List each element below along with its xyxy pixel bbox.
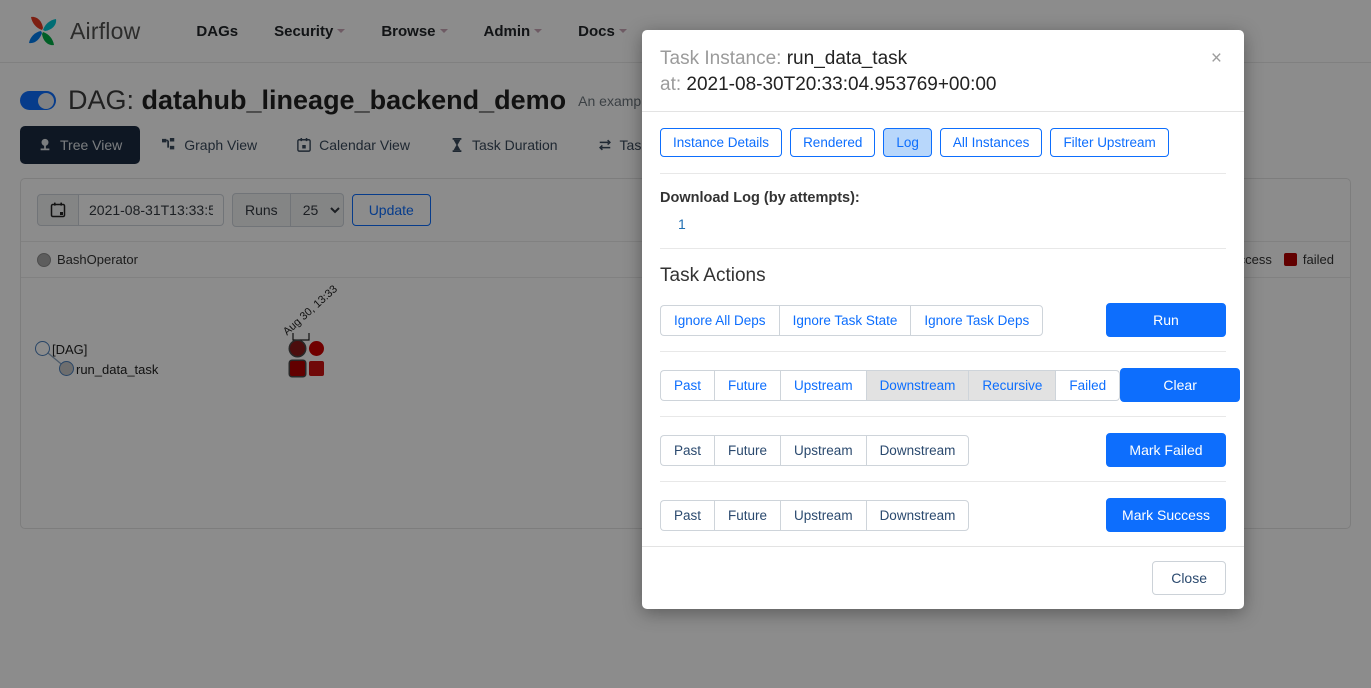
task-nav-buttons: Instance Details Rendered Log All Instan…	[660, 128, 1226, 157]
toggle-clear-past[interactable]: Past	[660, 370, 714, 401]
toggle-failed-downstream[interactable]: Downstream	[866, 435, 970, 466]
toggle-ignore-task-deps[interactable]: Ignore Task Deps	[910, 305, 1043, 336]
close-icon[interactable]: ×	[1205, 48, 1228, 69]
task-actions-title: Task Actions	[660, 265, 1226, 287]
mark-failed-toggle-group: Past Future Upstream Downstream	[660, 435, 969, 466]
divider	[660, 481, 1226, 482]
clear-action-row: Past Future Upstream Downstream Recursiv…	[660, 366, 1226, 416]
mark-failed-button[interactable]: Mark Failed	[1106, 433, 1226, 467]
log-button[interactable]: Log	[883, 128, 932, 157]
divider	[660, 416, 1226, 417]
divider	[660, 248, 1226, 249]
modal-task-id: run_data_task	[787, 48, 907, 69]
toggle-clear-recursive[interactable]: Recursive	[968, 370, 1055, 401]
mark-success-toggle-group: Past Future Upstream Downstream	[660, 500, 969, 531]
close-button[interactable]: Close	[1152, 561, 1226, 595]
run-action-row: Ignore All Deps Ignore Task State Ignore…	[660, 301, 1226, 351]
clear-toggle-group: Past Future Upstream Downstream Recursiv…	[660, 370, 1120, 401]
toggle-failed-upstream[interactable]: Upstream	[780, 435, 866, 466]
download-log-title: Download Log (by attempts):	[660, 190, 1226, 206]
modal-body: Instance Details Rendered Log All Instan…	[642, 112, 1244, 546]
modal-footer: Close	[642, 546, 1244, 609]
mark-failed-action-row: Past Future Upstream Downstream Mark Fai…	[660, 431, 1226, 481]
rendered-button[interactable]: Rendered	[790, 128, 875, 157]
modal-title: Task Instance: run_data_task at: 2021-08…	[660, 46, 1226, 97]
download-log-section: Download Log (by attempts): 1	[660, 190, 1226, 232]
clear-button[interactable]: Clear	[1120, 368, 1240, 402]
modal-execution-date: 2021-08-30T20:33:04.953769+00:00	[686, 74, 996, 95]
toggle-success-downstream[interactable]: Downstream	[866, 500, 970, 531]
run-button[interactable]: Run	[1106, 303, 1226, 337]
download-log-attempt-1[interactable]: 1	[660, 216, 1226, 232]
toggle-clear-upstream[interactable]: Upstream	[780, 370, 866, 401]
all-instances-button[interactable]: All Instances	[940, 128, 1043, 157]
divider	[660, 351, 1226, 352]
filter-upstream-button[interactable]: Filter Upstream	[1050, 128, 1168, 157]
toggle-failed-future[interactable]: Future	[714, 435, 780, 466]
toggle-clear-failed[interactable]: Failed	[1055, 370, 1120, 401]
instance-details-button[interactable]: Instance Details	[660, 128, 782, 157]
modal-header: Task Instance: run_data_task at: 2021-08…	[642, 30, 1244, 112]
toggle-success-upstream[interactable]: Upstream	[780, 500, 866, 531]
toggle-clear-future[interactable]: Future	[714, 370, 780, 401]
run-toggle-group: Ignore All Deps Ignore Task State Ignore…	[660, 305, 1043, 336]
divider	[660, 173, 1226, 174]
toggle-ignore-all-deps[interactable]: Ignore All Deps	[660, 305, 779, 336]
modal-title-prefix: Task Instance:	[660, 48, 781, 69]
mark-success-button[interactable]: Mark Success	[1106, 498, 1226, 532]
toggle-failed-past[interactable]: Past	[660, 435, 714, 466]
toggle-ignore-task-state[interactable]: Ignore Task State	[779, 305, 911, 336]
toggle-success-future[interactable]: Future	[714, 500, 780, 531]
modal-at-label: at:	[660, 74, 681, 95]
toggle-clear-downstream[interactable]: Downstream	[866, 370, 969, 401]
task-instance-modal: Task Instance: run_data_task at: 2021-08…	[642, 30, 1244, 609]
mark-success-action-row: Past Future Upstream Downstream Mark Suc…	[660, 496, 1226, 546]
toggle-success-past[interactable]: Past	[660, 500, 714, 531]
